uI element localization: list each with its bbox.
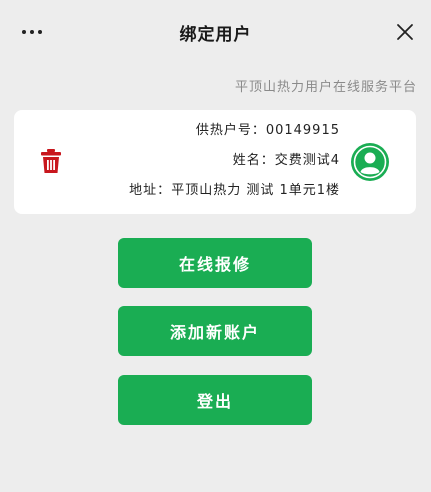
account-number-label: 供热户号： bbox=[195, 123, 266, 138]
close-icon bbox=[397, 24, 413, 40]
more-dot bbox=[30, 30, 34, 34]
delete-account-button[interactable] bbox=[40, 148, 62, 174]
more-dots-icon bbox=[22, 30, 26, 34]
logout-button[interactable]: 登出 bbox=[118, 375, 312, 425]
page-title: 绑定用户 bbox=[179, 24, 252, 45]
account-name-label: 姓名： bbox=[232, 153, 275, 168]
account-number-value: 00149915 bbox=[265, 123, 340, 138]
account-info: 供热户号：00149915 姓名：交费测试4 地址：平顶山热力 测试 1单元1楼 bbox=[129, 122, 340, 200]
account-address-value: 平顶山热力 测试 1单元1楼 bbox=[171, 183, 340, 198]
add-account-button[interactable]: 添加新账户 bbox=[118, 306, 312, 356]
more-dot bbox=[38, 30, 42, 34]
title-bar: 绑定用户 bbox=[0, 0, 431, 64]
account-address-label: 地址： bbox=[129, 183, 172, 198]
close-button[interactable] bbox=[395, 22, 415, 42]
avatar bbox=[350, 142, 390, 182]
user-avatar-icon bbox=[351, 143, 389, 181]
account-address-line: 地址：平顶山热力 测试 1单元1楼 bbox=[129, 182, 340, 200]
online-repair-button[interactable]: 在线报修 bbox=[118, 238, 312, 288]
trash-icon bbox=[41, 149, 61, 173]
account-card: 供热户号：00149915 姓名：交费测试4 地址：平顶山热力 测试 1单元1楼 bbox=[14, 110, 416, 214]
platform-name: 平顶山热力用户在线服务平台 bbox=[234, 80, 417, 95]
account-number-line: 供热户号：00149915 bbox=[196, 122, 340, 140]
account-name-line: 姓名：交费测试4 bbox=[233, 152, 340, 170]
more-button[interactable] bbox=[18, 20, 46, 44]
account-name-value: 交费测试4 bbox=[274, 153, 340, 168]
bind-user-page: 绑定用户 平顶山热力用户在线服务平台 供热户号：00149915 姓名：交费测试… bbox=[0, 0, 431, 492]
